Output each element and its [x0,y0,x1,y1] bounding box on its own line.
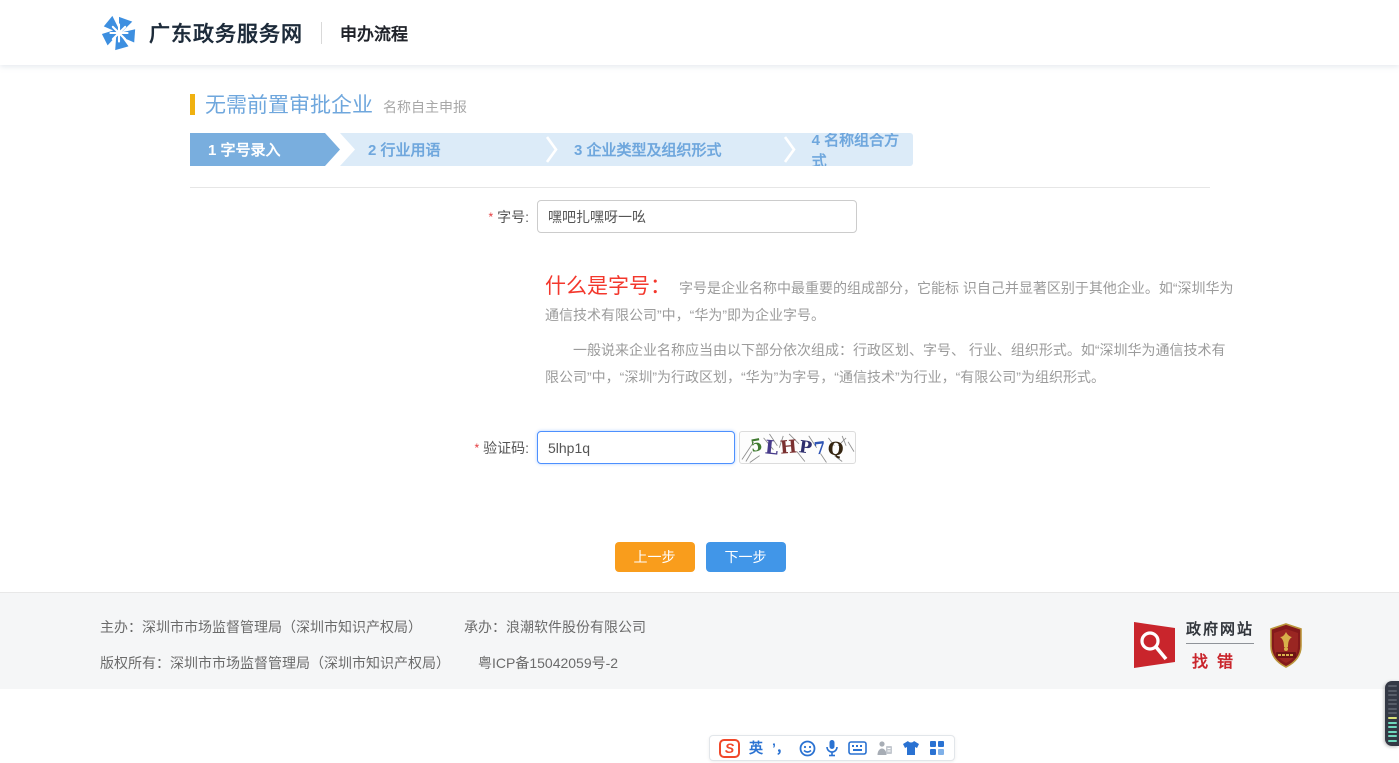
captcha-input[interactable] [537,431,735,464]
step-indicator-rest: 2 行业用语 3 企业类型及组织形式 4 名称组合方式 [340,133,913,166]
chevron-right-icon [784,133,796,166]
gov-shield-badge-icon[interactable] [1269,623,1303,668]
footer-host: 主办：深圳市市场监督管理局（深圳市知识产权局） [100,617,422,637]
step-3[interactable]: 3 企业类型及组织形式 [558,139,784,160]
step-indicator: 1 字号录入 2 行业用语 3 企业类型及组织形式 4 名称组合方式 [190,133,913,166]
footer: 主办：深圳市市场监督管理局（深圳市知识产权局） 承办：浪潮软件股份有限公司 版权… [0,592,1399,689]
sogou-logo-icon[interactable]: S [719,739,740,758]
captcha-label: *验证码: [190,438,537,458]
explanation-heading: 什么是字号： [545,275,671,298]
title-accent-bar [190,94,195,115]
toolbox-icon[interactable] [929,740,945,756]
sogou-ime-toolbar[interactable]: S 英 ’， [709,735,955,761]
page-subtitle: 名称自主申报 [383,97,467,117]
explanation-block: 什么是字号：字号是企业名称中最重要的组成部分，它能标 识自己并显著区别于其他企业… [545,273,1235,391]
header-divider [321,22,322,44]
step-1-active[interactable]: 1 字号录入 [190,133,340,166]
page-title: 无需前置审批企业 名称自主申报 [190,89,1210,119]
next-step-button[interactable]: 下一步 [706,542,786,572]
gdzwfw-logo-icon [100,14,138,52]
footer-undertaker: 承办：浪潮软件股份有限公司 [464,617,646,637]
badge-divider [1186,643,1254,644]
gov-site-find-error-badge[interactable]: 政府网站 找错 [1133,618,1254,672]
magnifier-flag-icon [1133,621,1177,669]
step-2[interactable]: 2 行业用语 [340,139,546,160]
handwriting-icon[interactable] [876,740,893,757]
microphone-icon[interactable] [825,739,839,757]
form-buttons: 上一步 下一步 [190,542,1210,572]
captcha-row: *验证码: 5 L H P 7 [190,431,1210,464]
explanation-paragraph-1: 什么是字号：字号是企业名称中最重要的组成部分，它能标 识自己并显著区别于其他企业… [545,273,1235,329]
skin-icon[interactable] [902,740,920,756]
content-divider [190,187,1210,188]
english-mode-toggle[interactable]: 英 [749,738,763,758]
explanation-paragraph-2: 一般说来企业名称应当由以下部分依次组成：行政区划、字号、 行业、组织形式。如“深… [545,337,1235,391]
emoji-icon[interactable] [799,740,816,757]
captcha-text: 5 L H P 7 Q [740,432,855,463]
previous-step-button[interactable]: 上一步 [615,542,695,572]
site-title: 广东政务服务网 [149,18,303,48]
keyboard-icon[interactable] [848,741,867,755]
punctuation-mode-toggle[interactable]: ’， [772,738,790,758]
footer-copyright: 版权所有：深圳市市场监督管理局（深圳市知识产权局） [100,653,450,673]
step-4[interactable]: 4 名称组合方式 [796,129,913,171]
find-error-text: 政府网站 找错 [1186,618,1254,672]
main-content: 无需前置审批企业 名称自主申报 1 字号录入 2 行业用语 3 企业类型及组织形… [190,65,1210,572]
footer-icp: 粤ICP备15042059号-2 [478,653,618,673]
company-name-input[interactable] [537,200,857,233]
captcha-image[interactable]: 5 L H P 7 Q [739,431,856,464]
nav-label-flow: 申办流程 [340,20,408,45]
required-mark: * [474,441,479,455]
required-mark: * [488,210,493,224]
page-title-text: 无需前置审批企业 [205,89,373,119]
browser-extension-ladder-widget[interactable] [1385,681,1399,746]
name-field-label: *字号: [190,207,537,227]
footer-badges: 政府网站 找错 [1133,618,1303,672]
header: 广东政务服务网 申办流程 [0,0,1399,65]
name-field-row: *字号: [190,200,1210,233]
chevron-right-icon [546,133,558,166]
